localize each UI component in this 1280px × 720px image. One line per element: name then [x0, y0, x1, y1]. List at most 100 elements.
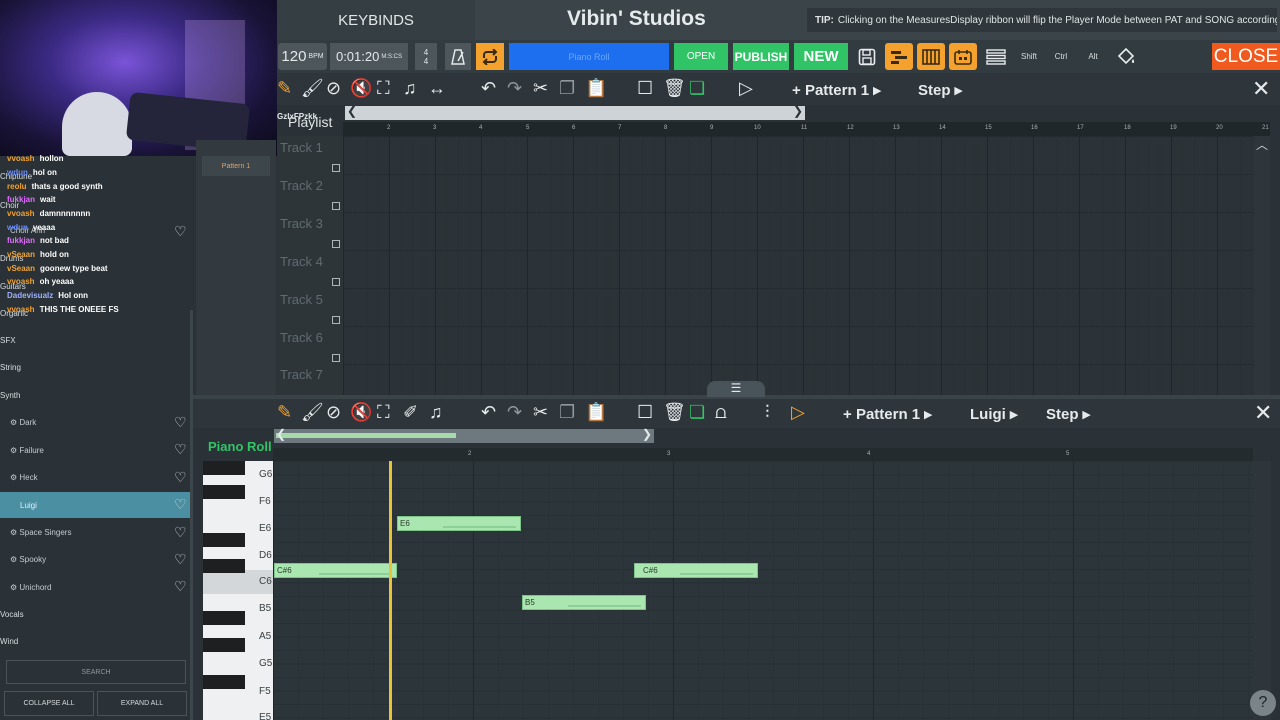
- track-name[interactable]: Track 5: [280, 292, 323, 307]
- duplicate-icon[interactable]: ❏: [689, 78, 705, 99]
- note-block[interactable]: E6: [397, 516, 521, 531]
- music-note-icon[interactable]: ♫: [429, 402, 443, 423]
- synth-item-heck[interactable]: ⚙ Heck: [10, 473, 38, 482]
- select-box-icon[interactable]: ☐: [637, 78, 653, 99]
- bpm-display[interactable]: 120 BPM: [278, 43, 327, 70]
- note-block[interactable]: B5: [522, 595, 646, 610]
- help-icon[interactable]: ?: [1250, 690, 1276, 716]
- copy-icon[interactable]: ❐: [559, 402, 575, 423]
- favorite-heart-icon[interactable]: ♡: [174, 524, 187, 541]
- scroll-up-icon[interactable]: ︿: [1256, 136, 1268, 153]
- black-key[interactable]: [203, 533, 245, 547]
- favorite-heart-icon[interactable]: ♡: [174, 414, 187, 431]
- close-button[interactable]: CLOSE: [1212, 43, 1280, 70]
- mixer-sliders-icon[interactable]: ⫶: [765, 402, 770, 423]
- synth-item-space-singers[interactable]: ⚙ Space Singers: [10, 528, 71, 537]
- play-circle-icon[interactable]: ▷: [791, 402, 805, 423]
- category-sfx[interactable]: SFX: [0, 336, 16, 345]
- category-vocals[interactable]: Vocals: [0, 610, 24, 619]
- favorite-heart-icon[interactable]: ♡: [174, 496, 187, 513]
- mute-icon[interactable]: 🔇: [350, 402, 372, 423]
- piano-roll-pattern-selector[interactable]: + Pattern 1 ▸: [843, 405, 932, 423]
- loop-icon[interactable]: [476, 43, 504, 70]
- left-panel-splitter[interactable]: [190, 310, 193, 720]
- black-key[interactable]: [203, 675, 245, 689]
- shift-key-button[interactable]: Shift: [1016, 43, 1042, 70]
- time-display[interactable]: 0:01:20 M:S:CS: [330, 43, 408, 70]
- piano-roll-close-icon[interactable]: ✕: [1254, 400, 1272, 426]
- piano-roll-view-icon[interactable]: [917, 43, 945, 70]
- piano-roll-vertical-scrollbar[interactable]: ︿: [1253, 461, 1271, 720]
- synth-item-spooky[interactable]: ⚙ Spooky: [10, 555, 46, 564]
- piano-roll-step-selector[interactable]: Step ▸: [1046, 405, 1090, 423]
- mixer-list-icon[interactable]: [982, 43, 1010, 70]
- playlist-step-selector[interactable]: Step ▸: [918, 81, 962, 99]
- favorite-heart-icon[interactable]: ♡: [174, 551, 187, 568]
- paint-bucket-icon[interactable]: [1112, 43, 1140, 70]
- piano-roll-ruler[interactable]: 2 3 4 5: [273, 448, 1253, 461]
- open-button[interactable]: OPEN: [674, 43, 728, 70]
- black-key[interactable]: [203, 611, 245, 625]
- instrument-selector[interactable]: Luigi ▸: [970, 405, 1018, 423]
- undo-icon[interactable]: ↶: [481, 78, 496, 99]
- favorite-heart-icon[interactable]: ♡: [174, 469, 187, 486]
- cut-icon[interactable]: ✂: [533, 402, 548, 423]
- synth-item-unichord[interactable]: ⚙ Unichord: [10, 583, 51, 592]
- favorite-heart-icon[interactable]: ♡: [174, 223, 187, 240]
- piano-roll-horizontal-scrollbar[interactable]: ❮ ❯: [274, 427, 654, 443]
- eyedropper-icon[interactable]: ✐: [403, 402, 418, 423]
- scroll-left-icon[interactable]: ❮: [276, 427, 286, 441]
- note-block[interactable]: C#6: [634, 563, 758, 578]
- resize-grip-icon[interactable]: ☰: [707, 381, 765, 397]
- playlist-ruler[interactable]: 2 3 4 5 6 7 8 9 10 11 12 13 14 15 16 17 …: [343, 122, 1270, 136]
- select-icon[interactable]: ⛶: [377, 78, 390, 99]
- scroll-right-icon[interactable]: ❯: [793, 104, 803, 118]
- cut-icon[interactable]: ✂: [533, 78, 548, 99]
- track-name[interactable]: Track 3: [280, 216, 323, 231]
- pencil-icon[interactable]: ✎: [277, 402, 292, 423]
- track-mute-checkbox[interactable]: [332, 202, 340, 210]
- playlist-close-icon[interactable]: ✕: [1252, 76, 1270, 102]
- playlist-view-icon[interactable]: [885, 43, 913, 70]
- black-key[interactable]: [203, 638, 245, 652]
- track-mute-checkbox[interactable]: [332, 354, 340, 362]
- track-name[interactable]: Track 4: [280, 254, 323, 269]
- redo-icon[interactable]: ↷: [507, 402, 522, 423]
- player-mode-display[interactable]: Piano Roll: [509, 43, 669, 70]
- scroll-right-icon[interactable]: ❯: [642, 427, 652, 441]
- scroll-thumb[interactable]: [276, 433, 456, 438]
- alt-key-button[interactable]: Alt: [1080, 43, 1106, 70]
- note-block[interactable]: C#6: [274, 563, 397, 578]
- play-circle-icon[interactable]: ▷: [739, 78, 753, 99]
- category-string[interactable]: String: [0, 363, 21, 372]
- publish-button[interactable]: PUBLISH: [733, 43, 789, 70]
- metronome-icon[interactable]: [445, 43, 471, 70]
- keybinds-button[interactable]: KEYBINDS: [277, 0, 475, 40]
- favorite-heart-icon[interactable]: ♡: [174, 441, 187, 458]
- redo-icon[interactable]: ↷: [507, 78, 522, 99]
- paste-icon[interactable]: 📋: [585, 78, 607, 99]
- sequencer-view-icon[interactable]: [949, 43, 977, 70]
- track-name[interactable]: Track 1: [280, 140, 323, 155]
- slide-icon[interactable]: ↔: [428, 78, 446, 99]
- collapse-all-button[interactable]: COLLAPSE ALL: [4, 691, 94, 716]
- scroll-left-icon[interactable]: ❮: [347, 104, 357, 118]
- piano-keyboard[interactable]: G6 F6 E6 D6 C6 B5 A5 G5 F5 E5: [203, 461, 273, 720]
- black-key[interactable]: [203, 485, 245, 499]
- synth-item-luigi[interactable]: Luigi: [20, 501, 37, 510]
- track-mute-checkbox[interactable]: [332, 164, 340, 172]
- synth-item-failure[interactable]: ⚙ Failure: [10, 446, 44, 455]
- mute-icon[interactable]: 🔇: [350, 78, 372, 99]
- brush-icon[interactable]: 🖌: [301, 78, 324, 99]
- duplicate-icon[interactable]: ❏: [689, 402, 705, 423]
- ctrl-key-button[interactable]: Ctrl: [1048, 43, 1074, 70]
- playlist-pattern-selector[interactable]: + Pattern 1 ▸: [792, 81, 881, 99]
- music-note-icon[interactable]: ♫: [403, 78, 417, 99]
- track-mute-checkbox[interactable]: [332, 240, 340, 248]
- time-signature[interactable]: 44: [415, 43, 437, 70]
- track-name[interactable]: Track 2: [280, 178, 323, 193]
- track-name[interactable]: Track 6: [280, 330, 323, 345]
- pencil-icon[interactable]: ✎: [277, 78, 292, 99]
- delete-icon[interactable]: ⊘: [326, 78, 341, 99]
- save-icon[interactable]: [853, 43, 881, 70]
